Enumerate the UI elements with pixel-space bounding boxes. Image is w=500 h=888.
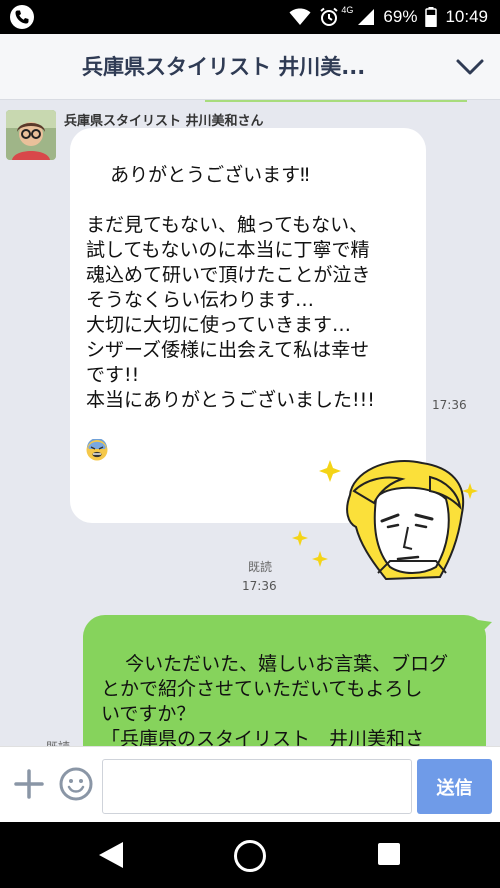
battery-icon	[425, 7, 438, 27]
home-icon[interactable]	[234, 840, 266, 872]
chat-title[interactable]: 兵庫県スタイリスト 井川美...	[82, 51, 422, 81]
incoming-message-time: 17:36	[432, 398, 467, 412]
incoming-message-text: ありがとうございます‼ まだ見てもない、触ってもない、 試してもないのに本当に丁…	[86, 164, 375, 411]
chevron-down-icon[interactable]	[454, 52, 486, 82]
back-icon[interactable]	[97, 840, 125, 870]
previous-message-edge	[205, 100, 467, 102]
bubble-tail	[478, 620, 492, 632]
recent-apps-icon[interactable]	[378, 843, 400, 865]
navigation-bar	[0, 822, 500, 888]
signal-icon	[358, 9, 375, 25]
phone-icon	[10, 5, 34, 29]
outgoing-message-text: 今いただいた、嬉しいお言葉、ブログ とかで紹介させていただいてもよろし いですか…	[101, 653, 449, 746]
avatar[interactable]	[6, 110, 56, 160]
sender-name: 兵庫県スタイリスト 井川美和さん	[64, 114, 264, 129]
chat-area[interactable]: 兵庫県スタイリスト 井川美和さん ありがとうございます‼ まだ見てもない、触って…	[0, 100, 500, 746]
alarm-icon	[320, 7, 339, 26]
outgoing-message-bubble[interactable]: 今いただいた、嬉しいお言葉、ブログ とかで紹介させていただいてもよろし いですか…	[83, 615, 486, 746]
emoji-icon[interactable]	[58, 766, 94, 802]
chat-header: 兵庫県スタイリスト 井川美...	[0, 34, 500, 100]
battery-percent: 69%	[383, 7, 418, 26]
clock: 10:49	[445, 7, 488, 26]
read-receipt-outgoing: 既読	[46, 738, 70, 746]
status-bar: 4G 69% 10:49	[0, 0, 500, 34]
send-button[interactable]: 送信	[417, 759, 492, 814]
wifi-icon	[289, 8, 311, 25]
network-type: 4G	[341, 5, 354, 15]
read-receipt: 既読	[248, 560, 273, 574]
message-input[interactable]	[102, 759, 412, 814]
sticker-image[interactable]	[290, 455, 490, 581]
input-bar: 送信	[0, 746, 500, 822]
plus-icon[interactable]	[12, 767, 46, 801]
sticker-time: 17:36	[242, 579, 277, 593]
crying-face-icon	[86, 439, 108, 461]
